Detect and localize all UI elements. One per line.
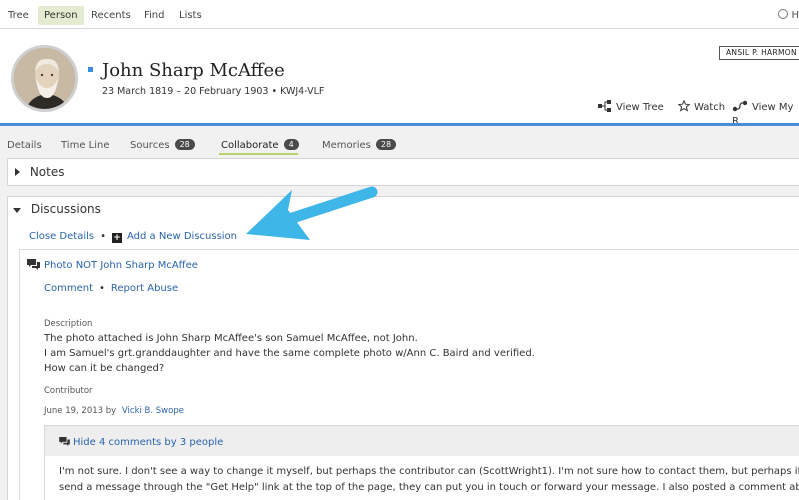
relationship-icon <box>732 100 748 112</box>
tab-details[interactable]: Details <box>7 139 42 153</box>
notes-panel <box>7 158 799 186</box>
notes-title: Notes <box>29 165 65 179</box>
hide-comments-toggle[interactable]: Hide 4 comments by 3 people <box>59 437 223 448</box>
collapse-icon <box>13 208 21 213</box>
comment-body <box>45 456 799 500</box>
separator-dot: • <box>99 283 105 294</box>
expand-icon <box>15 168 20 176</box>
discussion-icon <box>27 259 40 270</box>
collaborate-count-badge: 4 <box>283 139 299 150</box>
tab-sources-label: Sources <box>130 140 170 151</box>
tab-memories[interactable]: Memories 28 <box>322 139 397 153</box>
active-tab-indicator <box>219 153 298 155</box>
topic-actions: Comment • Report Abuse <box>44 283 178 294</box>
help-label: H <box>791 10 799 21</box>
contributor-date: June 19, 2013 by <box>44 406 117 416</box>
discussions-title: Discussions <box>30 202 101 216</box>
star-icon <box>677 99 691 112</box>
view-tree-label: View Tree <box>616 102 664 113</box>
view-my-relationship-button[interactable]: View My R <box>732 100 799 127</box>
memories-count-badge: 28 <box>375 139 397 150</box>
description-line: I am Samuel's grt.granddaughter and have… <box>44 348 535 359</box>
person-lifespan: 23 March 1819 – 20 February 1903 • KWJ4-… <box>102 86 325 97</box>
comment-line: send a message through the "Get Help" li… <box>59 482 799 493</box>
comment-link[interactable]: Comment <box>44 283 93 294</box>
tab-details-label: Details <box>7 140 42 151</box>
view-tree-button[interactable]: View Tree <box>598 100 664 114</box>
description-label: Description <box>44 319 93 329</box>
nav-person[interactable]: Person <box>38 6 84 25</box>
help-link[interactable]: H <box>778 6 799 25</box>
person-marker <box>88 67 93 72</box>
add-discussion-link[interactable]: Add a New Discussion <box>127 231 237 242</box>
watch-button[interactable]: Watch <box>677 99 726 114</box>
tab-time-line-label: Time Line <box>61 140 110 151</box>
contributor-name-link[interactable]: Vicki B. Swope <box>122 406 184 416</box>
hide-comments-link: Hide 4 comments by 3 people <box>73 437 224 448</box>
close-details-link[interactable]: Close Details <box>29 231 94 242</box>
sources-count-badge: 28 <box>174 139 195 150</box>
discussions-toggle[interactable]: Discussions <box>13 202 101 216</box>
comment-line: I'm not sure. I don't see a way to chang… <box>59 466 799 477</box>
nav-recents[interactable]: Recents <box>91 6 131 25</box>
plus-icon[interactable]: + <box>112 233 122 243</box>
report-abuse-link[interactable]: Report Abuse <box>111 283 178 294</box>
comments-icon <box>59 437 70 446</box>
tree-icon <box>598 100 611 112</box>
person-portrait[interactable] <box>11 45 78 112</box>
person-name: John Sharp McAffee <box>102 60 285 81</box>
discussion-topic-row: Photo NOT John Sharp McAffee <box>27 259 198 271</box>
description-line: How can it be changed? <box>44 363 165 374</box>
user-badge: ANSIL P. HARMON <box>719 46 799 60</box>
discussion-actions: Close Details • + Add a New Discussion <box>29 231 237 243</box>
top-nav: Tree Person Recents Find Lists H <box>0 0 799 29</box>
nav-tree[interactable]: Tree <box>8 6 29 25</box>
annotation-arrow <box>246 186 378 240</box>
tab-sources[interactable]: Sources 28 <box>130 139 195 153</box>
contributor-row: June 19, 2013 by Vicki B. Swope <box>44 406 184 416</box>
discussion-topic-link[interactable]: Photo NOT John Sharp McAffee <box>44 260 198 271</box>
watch-label: Watch <box>694 102 726 113</box>
nav-lists[interactable]: Lists <box>179 6 202 25</box>
contributor-label: Contributor <box>44 386 93 396</box>
tab-time-line[interactable]: Time Line <box>61 139 110 153</box>
description-line: The photo attached is John Sharp McAffee… <box>44 333 418 344</box>
separator-dot: • <box>100 231 106 242</box>
tab-collaborate[interactable]: Collaborate 4 <box>221 139 299 153</box>
notes-toggle[interactable]: Notes <box>15 165 65 179</box>
tab-memories-label: Memories <box>322 140 371 151</box>
tab-collaborate-label: Collaborate <box>221 140 279 151</box>
nav-find[interactable]: Find <box>144 6 165 25</box>
globe-icon <box>778 9 789 19</box>
